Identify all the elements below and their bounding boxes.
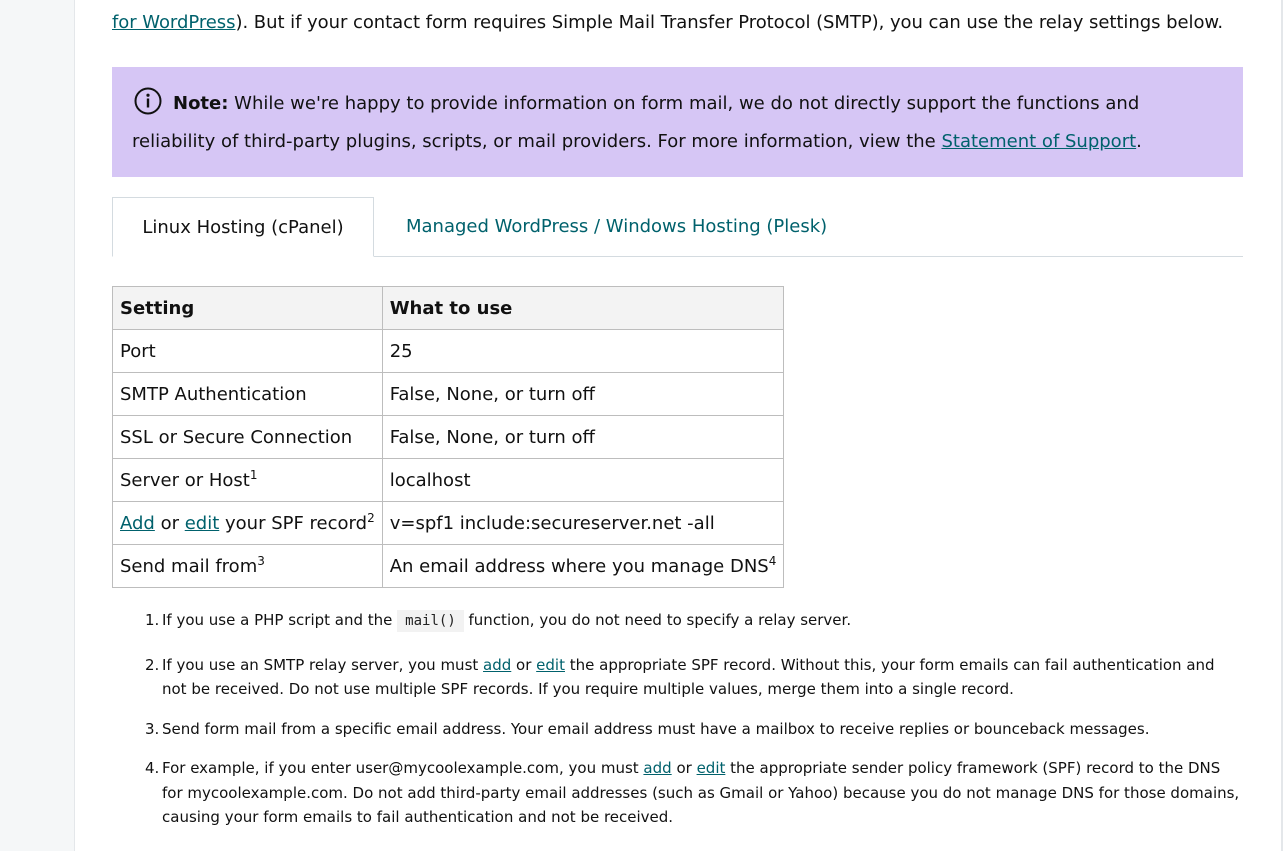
footnote-item: 2. If you use an SMTP relay server, you … <box>145 653 1243 702</box>
column-header-setting: Setting <box>112 286 383 330</box>
note-label: Note: <box>173 93 229 114</box>
footnote-text: or <box>511 655 537 674</box>
setting-text: Server or Host <box>120 469 250 491</box>
column-header-what-to-use: What to use <box>381 286 785 330</box>
footnote-item: 4. For example, if you enter user@mycool… <box>145 756 1243 830</box>
value-cell: False, None, or turn off <box>381 372 785 416</box>
footnote-ref: 4 <box>768 553 777 568</box>
footnote-text: If you use a PHP script and the <box>162 611 398 629</box>
footnote-number: 4. <box>145 759 160 777</box>
footnote-ref: 2 <box>367 510 375 525</box>
setting-cell: SMTP Authentication <box>112 372 383 416</box>
footnote-text: or <box>671 759 697 777</box>
footnote-ref: 1 <box>249 467 258 482</box>
table-row: Server or Host1 localhost <box>112 458 785 502</box>
intro-text: ). But if your contact form requires Sim… <box>235 12 1224 33</box>
note-callout: Note: While we're happy to provide infor… <box>112 67 1243 177</box>
footnote-item: 1. If you use a PHP script and the mail(… <box>145 608 1243 634</box>
footnote-number: 3. <box>145 719 160 738</box>
footnote-ref: 3 <box>257 553 265 568</box>
edit-record-link[interactable]: edit <box>536 656 565 674</box>
statement-of-support-link[interactable]: Statement of Support <box>941 131 1136 152</box>
value-cell: 25 <box>381 329 785 373</box>
footnote-item: 3. Send form mail from a specific email … <box>145 717 1243 742</box>
hosting-tabs: Linux Hosting (cPanel) Managed WordPress… <box>112 197 1243 257</box>
edit-record-link[interactable]: edit <box>697 759 726 777</box>
tab-linux-hosting[interactable]: Linux Hosting (cPanel) <box>112 197 374 257</box>
value-cell: v=spf1 include:secureserver.net -all <box>381 501 785 545</box>
relay-settings-table: Setting What to use Port 25 SMTP Authent… <box>112 286 785 588</box>
footnote-number: 2. <box>145 655 160 674</box>
code-snippet: mail() <box>397 610 464 632</box>
wordpress-link[interactable]: for WordPress <box>112 12 236 33</box>
footnote-text: For example, if you enter user@mycoolexa… <box>162 759 644 777</box>
setting-cell: Send mail from3 <box>112 544 383 588</box>
table-row: SMTP Authentication False, None, or turn… <box>112 372 785 416</box>
footnote-text: Send form mail from a specific email add… <box>162 719 1150 738</box>
value-text: An email address where you manage DNS <box>389 555 769 577</box>
add-record-link[interactable]: add <box>483 656 511 674</box>
edit-spf-link[interactable]: edit <box>185 513 220 534</box>
setting-text: Send mail from <box>120 555 258 577</box>
value-cell: An email address where you manage DNS4 <box>381 544 785 588</box>
add-record-link[interactable]: add <box>643 759 671 777</box>
footnote-number: 1. <box>145 611 160 629</box>
intro-paragraph: for WordPress). But if your contact form… <box>112 9 1243 39</box>
value-cell: False, None, or turn off <box>381 415 785 459</box>
table-header-row: Setting What to use <box>112 286 785 330</box>
setting-text-or: or <box>154 512 185 534</box>
add-spf-link[interactable]: Add <box>120 513 155 534</box>
note-end: . <box>1136 131 1142 152</box>
setting-cell: Port <box>112 329 383 373</box>
setting-cell: SSL or Secure Connection <box>112 415 383 459</box>
left-gutter <box>0 0 75 851</box>
footnote-text: function, you do not need to specify a r… <box>463 611 852 629</box>
footnote-text: If you use an SMTP relay server, you mus… <box>162 655 484 674</box>
setting-text: your SPF record <box>219 512 368 534</box>
setting-cell: Add or edit your SPF record2 <box>112 501 383 545</box>
table-row: Send mail from3 An email address where y… <box>112 544 785 588</box>
table-row: Add or edit your SPF record2 v=spf1 incl… <box>112 501 785 545</box>
footnotes-list: 1. If you use a PHP script and the mail(… <box>145 600 1243 830</box>
table-row: SSL or Secure Connection False, None, or… <box>112 415 785 459</box>
info-icon <box>132 87 164 115</box>
value-cell: localhost <box>381 458 785 502</box>
table-row: Port 25 <box>112 329 785 373</box>
setting-cell: Server or Host1 <box>112 458 383 502</box>
tab-managed-wordpress-windows[interactable]: Managed WordPress / Windows Hosting (Ple… <box>406 197 827 256</box>
